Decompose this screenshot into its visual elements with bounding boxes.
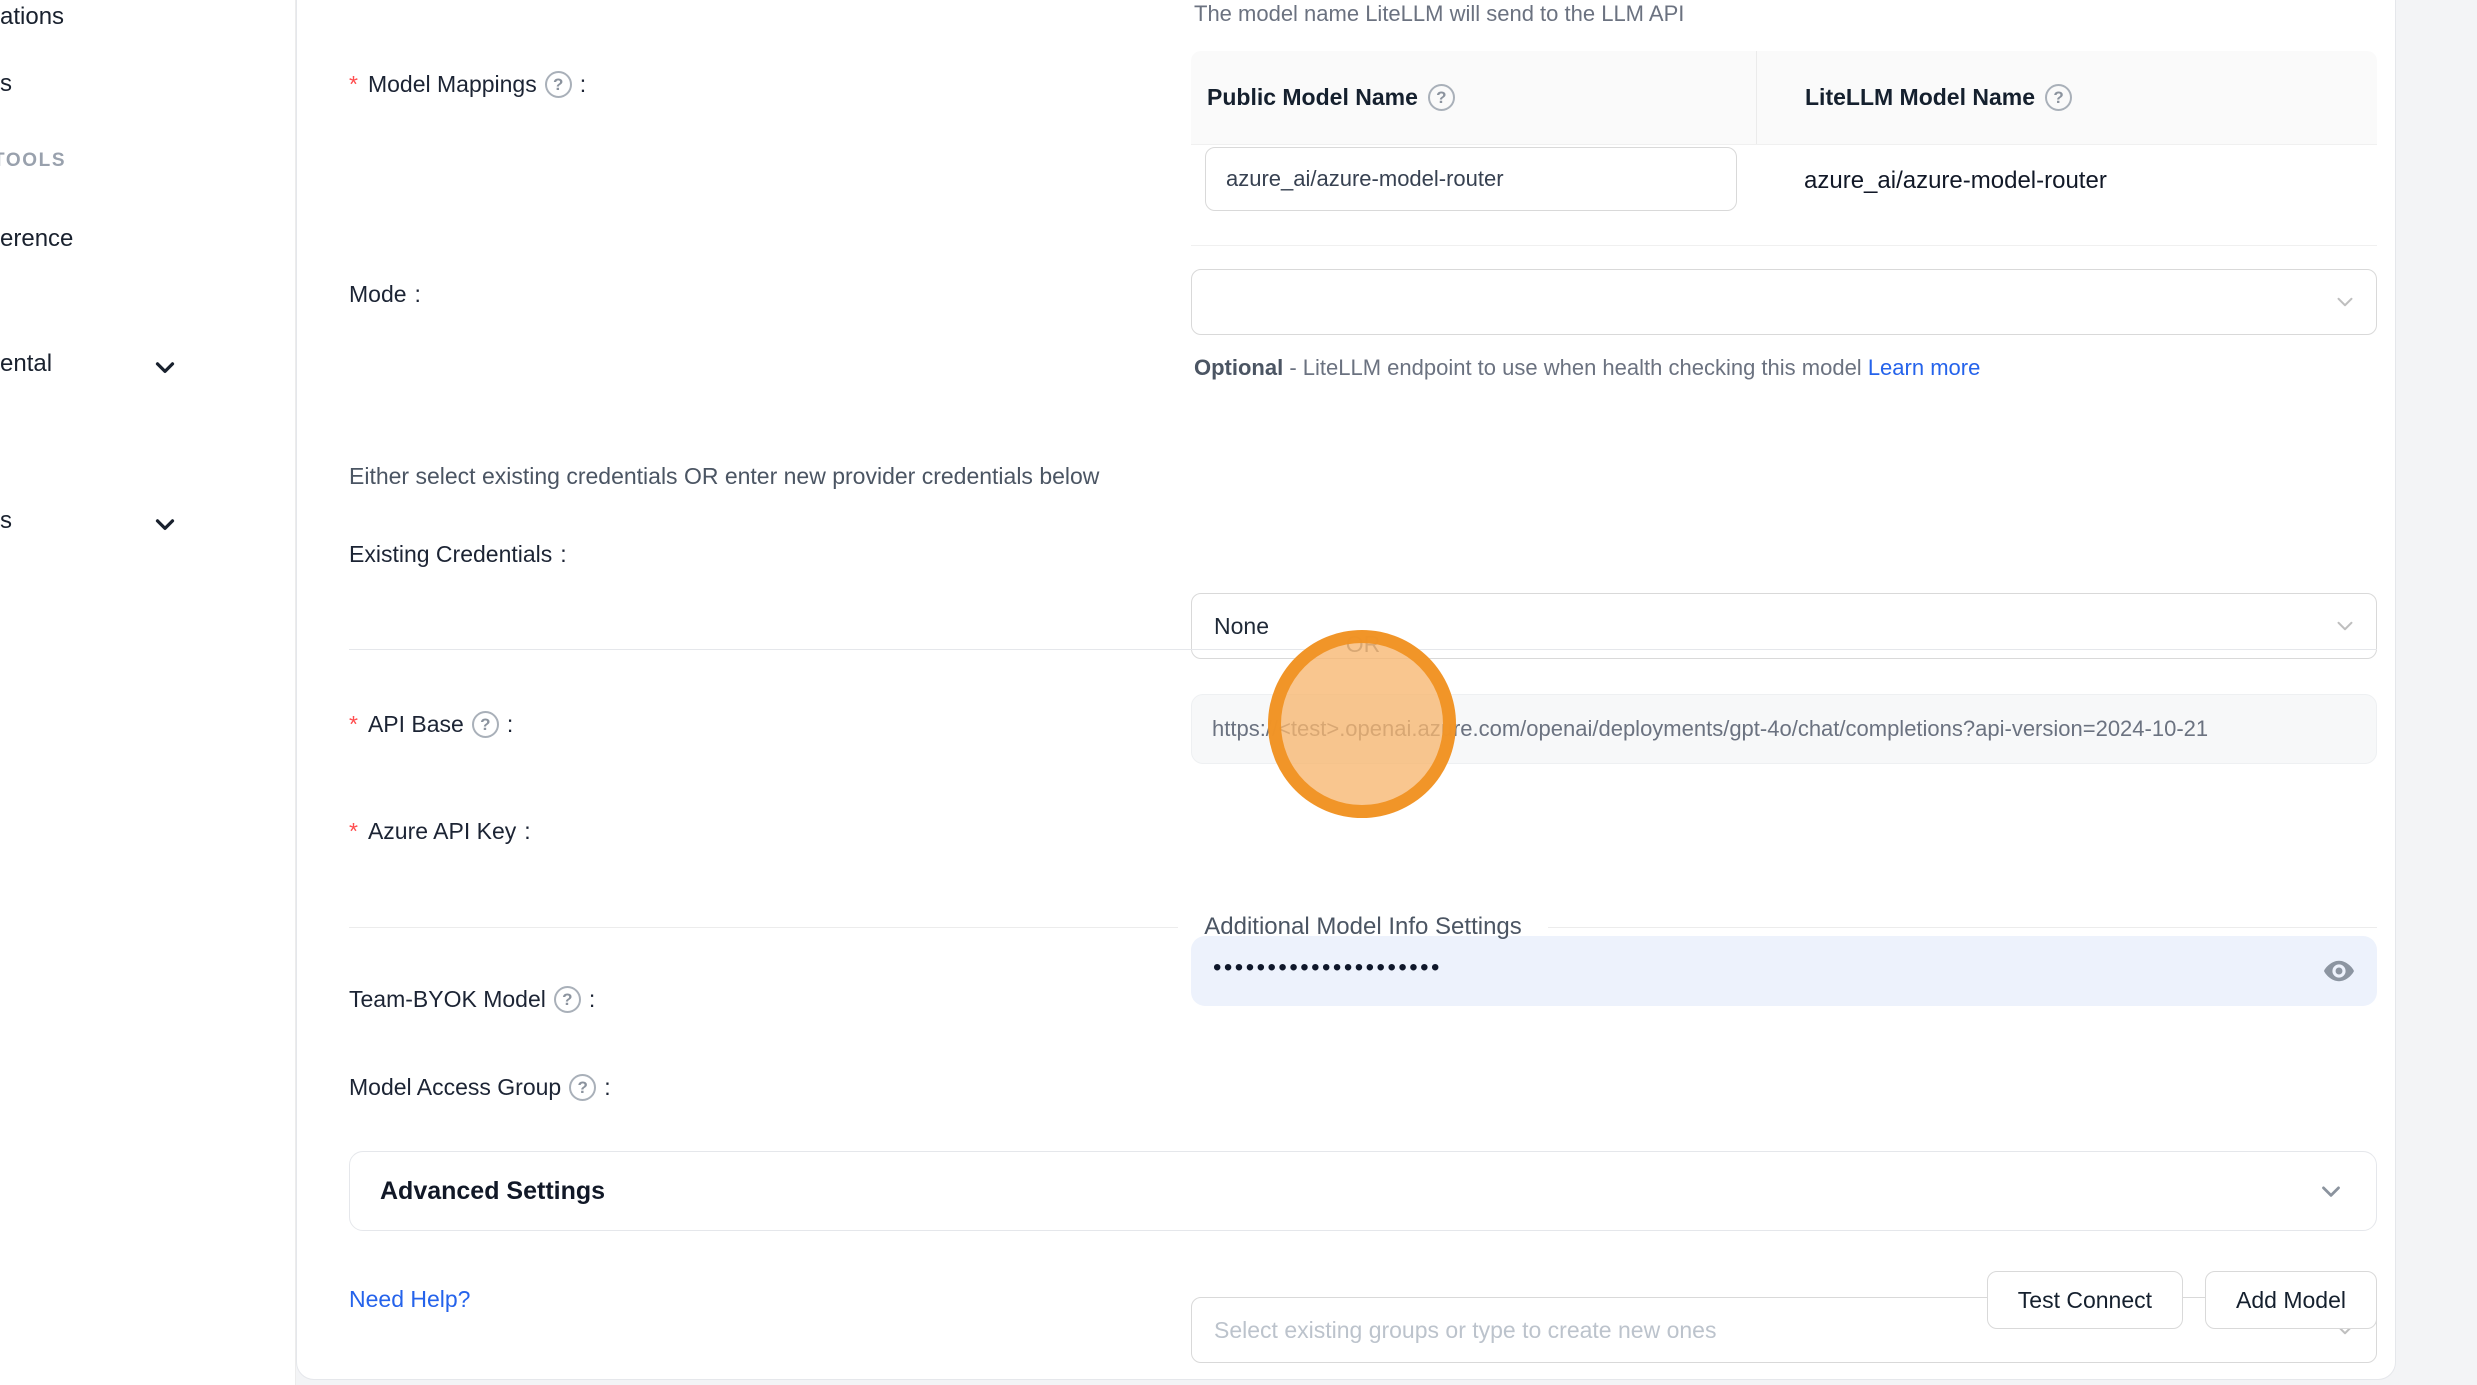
mode-select[interactable] bbox=[1191, 269, 2377, 335]
help-icon[interactable] bbox=[554, 986, 581, 1013]
chevron-down-icon[interactable] bbox=[150, 352, 180, 382]
azure-api-key-field[interactable]: ••••••••••••••••••••• bbox=[1191, 936, 2377, 1006]
chevron-down-icon bbox=[2332, 613, 2358, 645]
model-mappings-label: * Model Mappings bbox=[349, 71, 586, 98]
litellm-model-name-value: azure_ai/azure-model-router bbox=[1756, 145, 2377, 245]
add-model-form-card: The model name LiteLLM will send to the … bbox=[296, 0, 2396, 1380]
sidebar-item-clipped-1[interactable]: ations bbox=[0, 3, 64, 31]
help-icon[interactable] bbox=[472, 711, 499, 738]
test-connect-button[interactable]: Test Connect bbox=[1987, 1271, 2183, 1329]
credentials-note: Either select existing credentials OR en… bbox=[349, 463, 1099, 490]
sidebar-item-clipped-3[interactable]: erence bbox=[0, 225, 73, 253]
learn-more-link[interactable]: Learn more bbox=[1868, 355, 1981, 380]
mode-help-text: Optional - LiteLLM endpoint to use when … bbox=[1194, 347, 1994, 389]
required-asterisk: * bbox=[349, 711, 358, 738]
additional-settings-divider: Additional Model Info Settings bbox=[349, 913, 2377, 941]
column-header-litellm-model-name: LiteLLM Model Name bbox=[1756, 51, 2377, 144]
existing-credentials-label: Existing Credentials bbox=[349, 541, 567, 568]
public-model-name-input[interactable] bbox=[1205, 147, 1737, 211]
add-model-button[interactable]: Add Model bbox=[2205, 1271, 2377, 1329]
team-byok-label: Team-BYOK Model bbox=[349, 986, 595, 1013]
mode-label: Mode bbox=[349, 281, 421, 308]
model-mappings-table: Public Model Name LiteLLM Model Name azu… bbox=[1191, 51, 2377, 246]
required-asterisk: * bbox=[349, 818, 358, 845]
sidebar-item-clipped-4[interactable]: ental bbox=[0, 350, 52, 378]
add-model-page: { "colors": { "link_blue": "#2563eb", "r… bbox=[0, 0, 2477, 1385]
chevron-down-icon bbox=[2316, 1176, 2346, 1206]
model-mappings-table-header: Public Model Name LiteLLM Model Name bbox=[1191, 51, 2377, 145]
model-name-hint: The model name LiteLLM will send to the … bbox=[1194, 1, 1684, 27]
or-divider-label: OR bbox=[1326, 631, 1401, 658]
footer-buttons: Test Connect Add Model bbox=[297, 1271, 2377, 1329]
help-icon[interactable] bbox=[2045, 84, 2072, 111]
sidebar-section-tools: TOOLS bbox=[0, 150, 66, 172]
show-password-eye-icon[interactable] bbox=[2321, 953, 2357, 989]
help-icon[interactable] bbox=[545, 71, 572, 98]
azure-api-key-label: * Azure API Key bbox=[349, 818, 531, 845]
column-header-public-model-name: Public Model Name bbox=[1191, 51, 1756, 144]
required-asterisk: * bbox=[349, 71, 358, 98]
sidebar-item-clipped-2[interactable]: s bbox=[0, 70, 12, 98]
model-mappings-table-row: azure_ai/azure-model-router bbox=[1191, 145, 2377, 245]
model-access-group-label: Model Access Group bbox=[349, 1074, 611, 1101]
chevron-down-icon[interactable] bbox=[150, 509, 180, 539]
sidebar: ations s TOOLS erence ental s bbox=[0, 0, 296, 1385]
help-icon[interactable] bbox=[1428, 84, 1455, 111]
advanced-settings-title: Advanced Settings bbox=[380, 1177, 2316, 1206]
advanced-settings-panel[interactable]: Advanced Settings bbox=[349, 1151, 2377, 1231]
api-base-field[interactable]: https://<test>.openai.azure.com/openai/d… bbox=[1191, 694, 2377, 764]
or-divider: OR bbox=[349, 649, 2377, 650]
help-icon[interactable] bbox=[569, 1074, 596, 1101]
sidebar-item-clipped-5[interactable]: s bbox=[0, 507, 12, 535]
api-base-label: * API Base bbox=[349, 711, 513, 738]
chevron-down-icon bbox=[2332, 289, 2358, 321]
masked-api-key: ••••••••••••••••••••• bbox=[1213, 954, 1442, 982]
